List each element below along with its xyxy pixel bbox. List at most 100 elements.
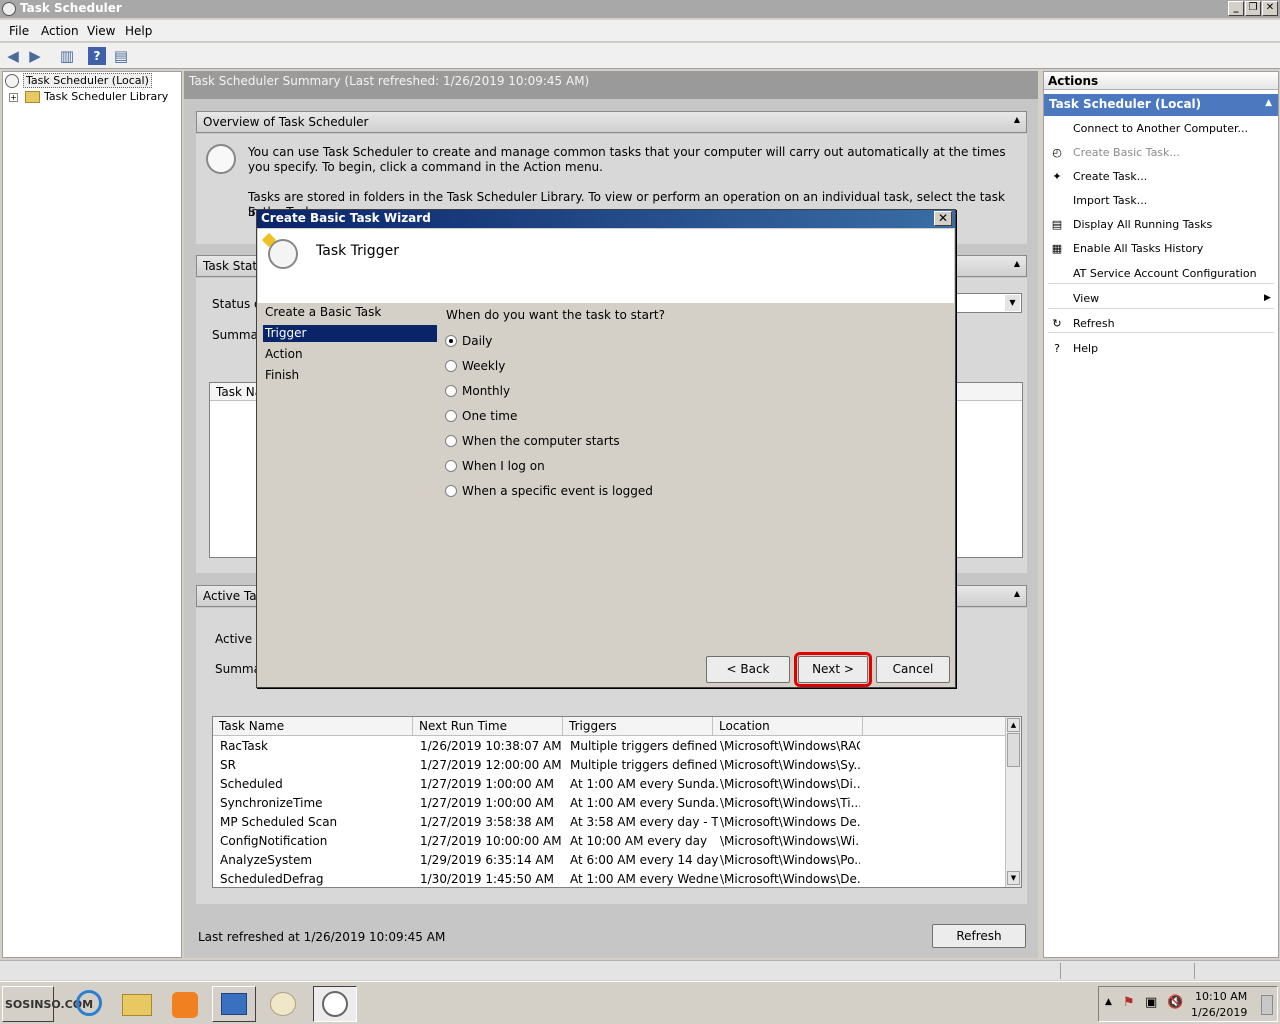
network-icon[interactable]: ▣	[1145, 995, 1157, 1010]
action-at-service-account-configuration[interactable]: AT Service Account Configuration	[1073, 267, 1257, 280]
restore-button[interactable]: ❐	[1245, 1, 1261, 16]
radio-label-monthly[interactable]: Monthly	[462, 384, 510, 398]
action-refresh[interactable]: Refresh	[1073, 317, 1115, 330]
start-button[interactable]: SOSINSO.COM	[2, 986, 93, 1022]
console-tree: Task Scheduler (Local) + Task Scheduler …	[2, 71, 182, 958]
radio-daily[interactable]	[445, 335, 457, 347]
table-row[interactable]: ConfigNotification 1/27/2019 10:00:00 AM A…	[213, 832, 1006, 851]
system-tray: ▲ ⚑ ▣ 🔇 10:10 AM 1/26/2019	[1098, 986, 1278, 1022]
expand-icon[interactable]: +	[9, 93, 18, 102]
step-create-basic-task[interactable]: Create a Basic Task	[265, 305, 381, 319]
step-finish[interactable]: Finish	[265, 368, 299, 382]
summary-header: Task Scheduler Summary (Last refreshed: …	[184, 71, 1038, 99]
submenu-arrow-icon[interactable]: ▶	[1264, 293, 1271, 303]
radio-label-when-a-specific-event-is-logged[interactable]: When a specific event is logged	[462, 484, 653, 498]
action-enable-all-tasks-history[interactable]: Enable All Tasks History	[1073, 242, 1203, 255]
step-trigger[interactable]: Trigger	[265, 326, 306, 340]
minimize-button[interactable]: _	[1228, 1, 1244, 16]
table-row[interactable]: Scheduled 1/27/2019 1:00:00 AM At 1:00 AM …	[213, 775, 1006, 794]
radio-label-daily[interactable]: Daily	[462, 334, 492, 348]
actions-subheader[interactable]: Task Scheduler (Local) ▲	[1044, 94, 1278, 116]
menu-help[interactable]: Help	[125, 24, 152, 38]
paint-icon[interactable]	[262, 986, 306, 1022]
forward-arrow-icon[interactable]: ▶	[26, 47, 44, 65]
action-view[interactable]: View	[1073, 292, 1099, 305]
back-arrow-icon[interactable]: ◀	[4, 47, 22, 65]
column-header-next-run-time[interactable]: Next Run Time	[413, 717, 563, 736]
radio-label-one-time[interactable]: One time	[462, 409, 517, 423]
radio-weekly[interactable]	[445, 360, 457, 372]
collapse-arrow-icon[interactable]: ▲	[1014, 589, 1020, 598]
tree-item-task-scheduler-local[interactable]: Task Scheduler (Local)	[23, 73, 152, 88]
radio-label-when-the-computer-starts[interactable]: When the computer starts	[462, 434, 620, 448]
cancel-button[interactable]: Cancel	[876, 656, 950, 683]
action-connect-to-another-computer[interactable]: Connect to Another Computer...	[1073, 122, 1248, 135]
volume-muted-icon[interactable]: 🔇	[1167, 995, 1183, 1010]
radio-one-time[interactable]	[445, 410, 457, 422]
show-hidden-icons-icon[interactable]: ▲	[1105, 997, 1112, 1007]
radio-label-when-i-log-on[interactable]: When I log on	[462, 459, 545, 473]
menu-file[interactable]: File	[9, 24, 29, 38]
media-player-icon[interactable]	[164, 986, 208, 1022]
radio-when-a-specific-event-is-logged[interactable]	[445, 485, 457, 497]
action-help[interactable]: Help	[1073, 342, 1098, 355]
dialog-title: Create Basic Task Wizard	[261, 211, 431, 225]
cell-triggers: At 6:00 AM every 14 days	[570, 853, 718, 867]
clock-date[interactable]: 1/26/2019	[1191, 1006, 1247, 1019]
back-button[interactable]: < Back	[706, 656, 790, 683]
show-hide-action-pane-icon[interactable]: ▤	[112, 47, 130, 65]
server-manager-icon[interactable]	[212, 986, 256, 1022]
step-action[interactable]: Action	[265, 347, 303, 361]
actions-subheader-label: Task Scheduler (Local)	[1049, 97, 1202, 111]
action-display-all-running-tasks[interactable]: Display All Running Tasks	[1073, 218, 1212, 231]
show-desktop-button[interactable]	[1261, 995, 1273, 1015]
action-import-task[interactable]: Import Task...	[1073, 194, 1147, 207]
close-button[interactable]: ✕	[1262, 1, 1278, 16]
column-header-location[interactable]: Location	[713, 717, 863, 736]
collapse-arrow-icon[interactable]: ▲	[1265, 98, 1272, 108]
collapse-arrow-icon[interactable]: ▲	[1014, 115, 1020, 124]
cell-location: \Microsoft\Windows\Wi...	[720, 834, 860, 848]
scrollbar-thumb[interactable]	[1007, 733, 1020, 767]
radio-label-weekly[interactable]: Weekly	[462, 359, 505, 373]
table-row[interactable]: RacTask 1/26/2019 10:38:07 AM Multiple tri…	[213, 737, 1006, 756]
table-row[interactable]: SynchronizeTime 1/27/2019 1:00:00 AM At 1:…	[213, 794, 1006, 813]
dialog-banner: Task Trigger	[258, 229, 954, 303]
next-button[interactable]: Next >	[794, 652, 872, 687]
action-create-task[interactable]: Create Task...	[1073, 170, 1147, 183]
table-row[interactable]: SR 1/27/2019 12:00:00 AM Multiple triggers…	[213, 756, 1006, 775]
column-header-triggers[interactable]: Triggers	[563, 717, 713, 736]
collapse-arrow-icon[interactable]: ▲	[1014, 259, 1020, 268]
table-row[interactable]: MP Scheduled Scan 1/27/2019 3:58:38 AM At …	[213, 813, 1006, 832]
help-icon[interactable]: ?	[88, 47, 106, 65]
enable-all-tasks-history-icon: ▦	[1051, 242, 1063, 255]
show-hide-tree-icon[interactable]: ▥	[58, 47, 76, 65]
clock-time[interactable]: 10:10 AM	[1195, 990, 1247, 1003]
overview-section-header[interactable]: Overview of Task Scheduler ▲	[196, 111, 1027, 133]
cell-next-run-time: 1/27/2019 12:00:00 AM	[420, 758, 562, 772]
task-scheduler-taskbar-icon[interactable]	[313, 986, 357, 1022]
file-explorer-icon[interactable]	[116, 986, 160, 1022]
radio-when-i-log-on[interactable]	[445, 460, 457, 472]
cell-task-name: ConfigNotification	[220, 834, 328, 848]
table-row[interactable]: ScheduledDefrag 1/30/2019 1:45:50 AM At 1:…	[213, 870, 1006, 889]
menu-view[interactable]: View	[87, 24, 115, 38]
status-bar	[0, 960, 1280, 980]
tree-item-task-scheduler-library[interactable]: Task Scheduler Library	[44, 90, 168, 103]
active-tasks-description: Active t	[215, 632, 261, 646]
scroll-up-arrow-icon[interactable]: ▲	[1007, 718, 1020, 732]
radio-monthly[interactable]	[445, 385, 457, 397]
radio-when-the-computer-starts[interactable]	[445, 435, 457, 447]
menu-action[interactable]: Action	[41, 24, 79, 38]
status-period-dropdown[interactable]: ▼	[954, 293, 1022, 313]
scroll-down-arrow-icon[interactable]: ▼	[1007, 871, 1020, 885]
column-header-task-name[interactable]: Task Name	[213, 717, 413, 736]
table-row[interactable]: AnalyzeSystem 1/29/2019 6:35:14 AM At 6:00…	[213, 851, 1006, 870]
refresh-button[interactable]: Refresh	[932, 924, 1026, 948]
internet-explorer-icon[interactable]	[68, 986, 112, 1022]
menu-bar: File Action View Help	[0, 20, 1280, 42]
table-scrollbar[interactable]: ▲ ▼	[1005, 717, 1021, 887]
chevron-down-icon[interactable]: ▼	[1005, 295, 1020, 311]
action-center-flag-icon[interactable]: ⚑	[1123, 995, 1135, 1010]
dialog-close-button[interactable]: ✕	[934, 211, 952, 226]
